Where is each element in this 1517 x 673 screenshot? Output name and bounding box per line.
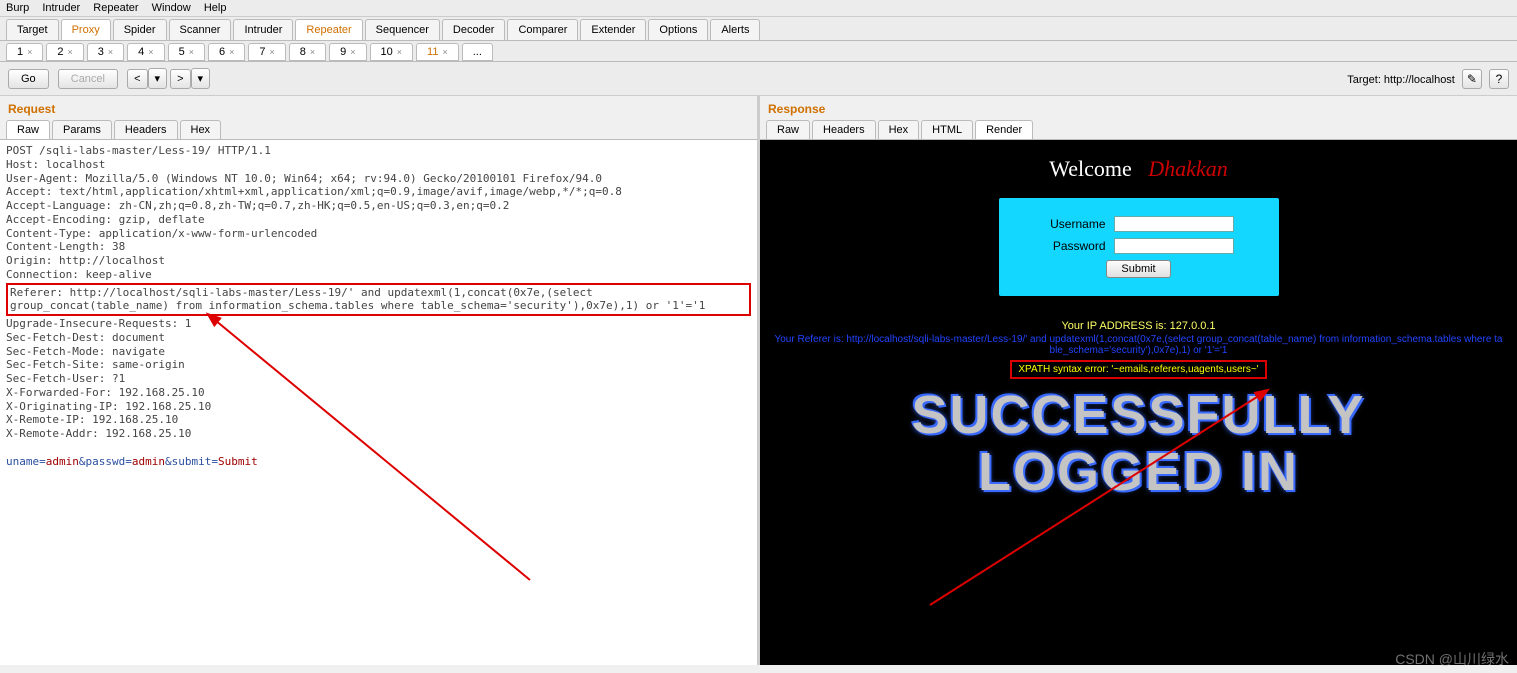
next-button[interactable]: > bbox=[170, 69, 190, 89]
request-editor[interactable]: POST /sqli-labs-master/Less-19/ HTTP/1.1… bbox=[0, 140, 757, 665]
repeater-subtabs: 1× 2× 3× 4× 5× 6× 7× 8× 9× 10× 11× ... bbox=[0, 41, 1517, 62]
subtab-5[interactable]: 5× bbox=[168, 43, 205, 61]
menu-repeater[interactable]: Repeater bbox=[93, 2, 138, 14]
response-tab-html[interactable]: HTML bbox=[921, 120, 973, 139]
tab-scanner[interactable]: Scanner bbox=[169, 19, 232, 40]
subtab-8[interactable]: 8× bbox=[289, 43, 326, 61]
username-label: Username bbox=[1044, 217, 1106, 231]
response-tab-raw[interactable]: Raw bbox=[766, 120, 810, 139]
subtab-11[interactable]: 11× bbox=[416, 43, 459, 61]
subtab-2[interactable]: 2× bbox=[46, 43, 83, 61]
tab-comparer[interactable]: Comparer bbox=[507, 19, 578, 40]
menu-help[interactable]: Help bbox=[204, 2, 227, 14]
password-input[interactable] bbox=[1114, 238, 1234, 254]
target-label: Target: http://localhost bbox=[1347, 74, 1455, 86]
subtab-4[interactable]: 4× bbox=[127, 43, 164, 61]
menu-bar: Burp Intruder Repeater Window Help bbox=[0, 0, 1517, 17]
response-tab-render[interactable]: Render bbox=[975, 120, 1033, 139]
watermark: CSDN @山川绿水 bbox=[1395, 649, 1509, 669]
tool-tabs: Target Proxy Spider Scanner Intruder Rep… bbox=[0, 17, 1517, 41]
next-dropdown[interactable]: ▾ bbox=[191, 68, 211, 89]
welcome-text: Welcome Dhakkan bbox=[760, 156, 1517, 182]
username-input[interactable] bbox=[1114, 216, 1234, 232]
subtab-10[interactable]: 10× bbox=[370, 43, 414, 61]
menu-burp[interactable]: Burp bbox=[6, 2, 29, 14]
request-tab-raw[interactable]: Raw bbox=[6, 120, 50, 139]
password-label: Password bbox=[1044, 239, 1106, 253]
edit-target-icon[interactable]: ✎ bbox=[1462, 69, 1482, 89]
render-view: Welcome Dhakkan Username Password Submit… bbox=[760, 140, 1517, 665]
tab-extender[interactable]: Extender bbox=[580, 19, 646, 40]
menu-intruder[interactable]: Intruder bbox=[42, 2, 80, 14]
response-tab-headers[interactable]: Headers bbox=[812, 120, 876, 139]
tab-decoder[interactable]: Decoder bbox=[442, 19, 506, 40]
response-tab-hex[interactable]: Hex bbox=[878, 120, 920, 139]
help-icon[interactable]: ? bbox=[1489, 69, 1509, 89]
tab-intruder[interactable]: Intruder bbox=[233, 19, 293, 40]
tab-options[interactable]: Options bbox=[648, 19, 708, 40]
menu-window[interactable]: Window bbox=[152, 2, 191, 14]
subtab-1[interactable]: 1× bbox=[6, 43, 43, 61]
referer-highlight: Referer: http://localhost/sqli-labs-mast… bbox=[6, 283, 751, 317]
tab-spider[interactable]: Spider bbox=[113, 19, 167, 40]
request-tab-params[interactable]: Params bbox=[52, 120, 112, 139]
prev-button[interactable]: < bbox=[127, 69, 147, 89]
cancel-button[interactable]: Cancel bbox=[58, 69, 118, 89]
request-title: Request bbox=[0, 96, 757, 120]
submit-button[interactable]: Submit bbox=[1106, 260, 1170, 278]
subtab-more[interactable]: ... bbox=[462, 43, 493, 61]
request-tab-headers[interactable]: Headers bbox=[114, 120, 178, 139]
response-title: Response bbox=[760, 96, 1517, 120]
response-pane: Response Raw Headers Hex HTML Render Wel… bbox=[757, 96, 1517, 665]
subtab-3[interactable]: 3× bbox=[87, 43, 124, 61]
subtab-9[interactable]: 9× bbox=[329, 43, 366, 61]
tab-sequencer[interactable]: Sequencer bbox=[365, 19, 440, 40]
request-pane: Request Raw Params Headers Hex POST /sql… bbox=[0, 96, 757, 665]
prev-dropdown[interactable]: ▾ bbox=[148, 68, 168, 89]
success-line1: SUCCESSFULLY bbox=[760, 387, 1517, 444]
request-tab-hex[interactable]: Hex bbox=[180, 120, 222, 139]
xpath-error: XPATH syntax error: '~emails,referers,ua… bbox=[1010, 360, 1266, 379]
subtab-6[interactable]: 6× bbox=[208, 43, 245, 61]
referer-line: Your Referer is: http://localhost/sqli-l… bbox=[772, 334, 1505, 356]
action-bar: Go Cancel <▾ >▾ Target: http://localhost… bbox=[0, 62, 1517, 96]
tab-alerts[interactable]: Alerts bbox=[710, 19, 760, 40]
go-button[interactable]: Go bbox=[8, 69, 49, 89]
ip-line: Your IP ADDRESS is: 127.0.0.1 bbox=[760, 320, 1517, 332]
success-line2: LOGGED IN bbox=[760, 444, 1517, 501]
login-form: Username Password Submit bbox=[999, 198, 1279, 296]
tab-proxy[interactable]: Proxy bbox=[61, 19, 111, 40]
subtab-7[interactable]: 7× bbox=[248, 43, 285, 61]
tab-target[interactable]: Target bbox=[6, 19, 59, 40]
tab-repeater[interactable]: Repeater bbox=[295, 19, 362, 40]
